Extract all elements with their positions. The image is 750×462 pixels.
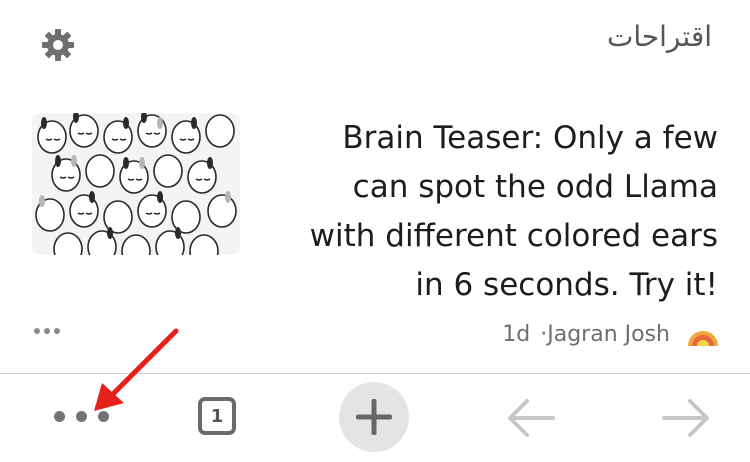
bottom-toolbar: 1: [0, 374, 750, 462]
screen: اقتراحات Brain Teaser: Only a few can sp…: [0, 0, 750, 462]
forward-arrow-icon: [662, 399, 709, 437]
forward-button[interactable]: [660, 396, 712, 440]
new-tab-button[interactable]: [339, 382, 409, 452]
article-thumbnail[interactable]: [32, 113, 240, 255]
gear-icon[interactable]: [40, 27, 76, 63]
more-menu-button[interactable]: [54, 411, 109, 422]
back-button[interactable]: [505, 396, 557, 440]
ellipsis-icon: [54, 411, 65, 422]
article-meta: 1d ·Jagran Josh: [502, 322, 670, 347]
article-headline[interactable]: Brain Teaser: Only a few can spot the od…: [278, 114, 718, 310]
article-age: 1d: [502, 322, 531, 347]
suggestions-header: اقتراحات: [0, 0, 750, 80]
tab-switcher-button[interactable]: 1: [198, 397, 236, 435]
tab-count: 1: [210, 405, 224, 427]
back-arrow-icon: [508, 399, 555, 437]
sunrise-logo-icon: [686, 324, 720, 348]
ellipsis-icon[interactable]: [34, 324, 64, 338]
article-card[interactable]: Brain Teaser: Only a few can spot the od…: [0, 100, 750, 360]
section-title: اقتراحات: [606, 20, 712, 53]
plus-icon: [356, 399, 392, 435]
article-source: ·Jagran Josh: [540, 322, 670, 347]
